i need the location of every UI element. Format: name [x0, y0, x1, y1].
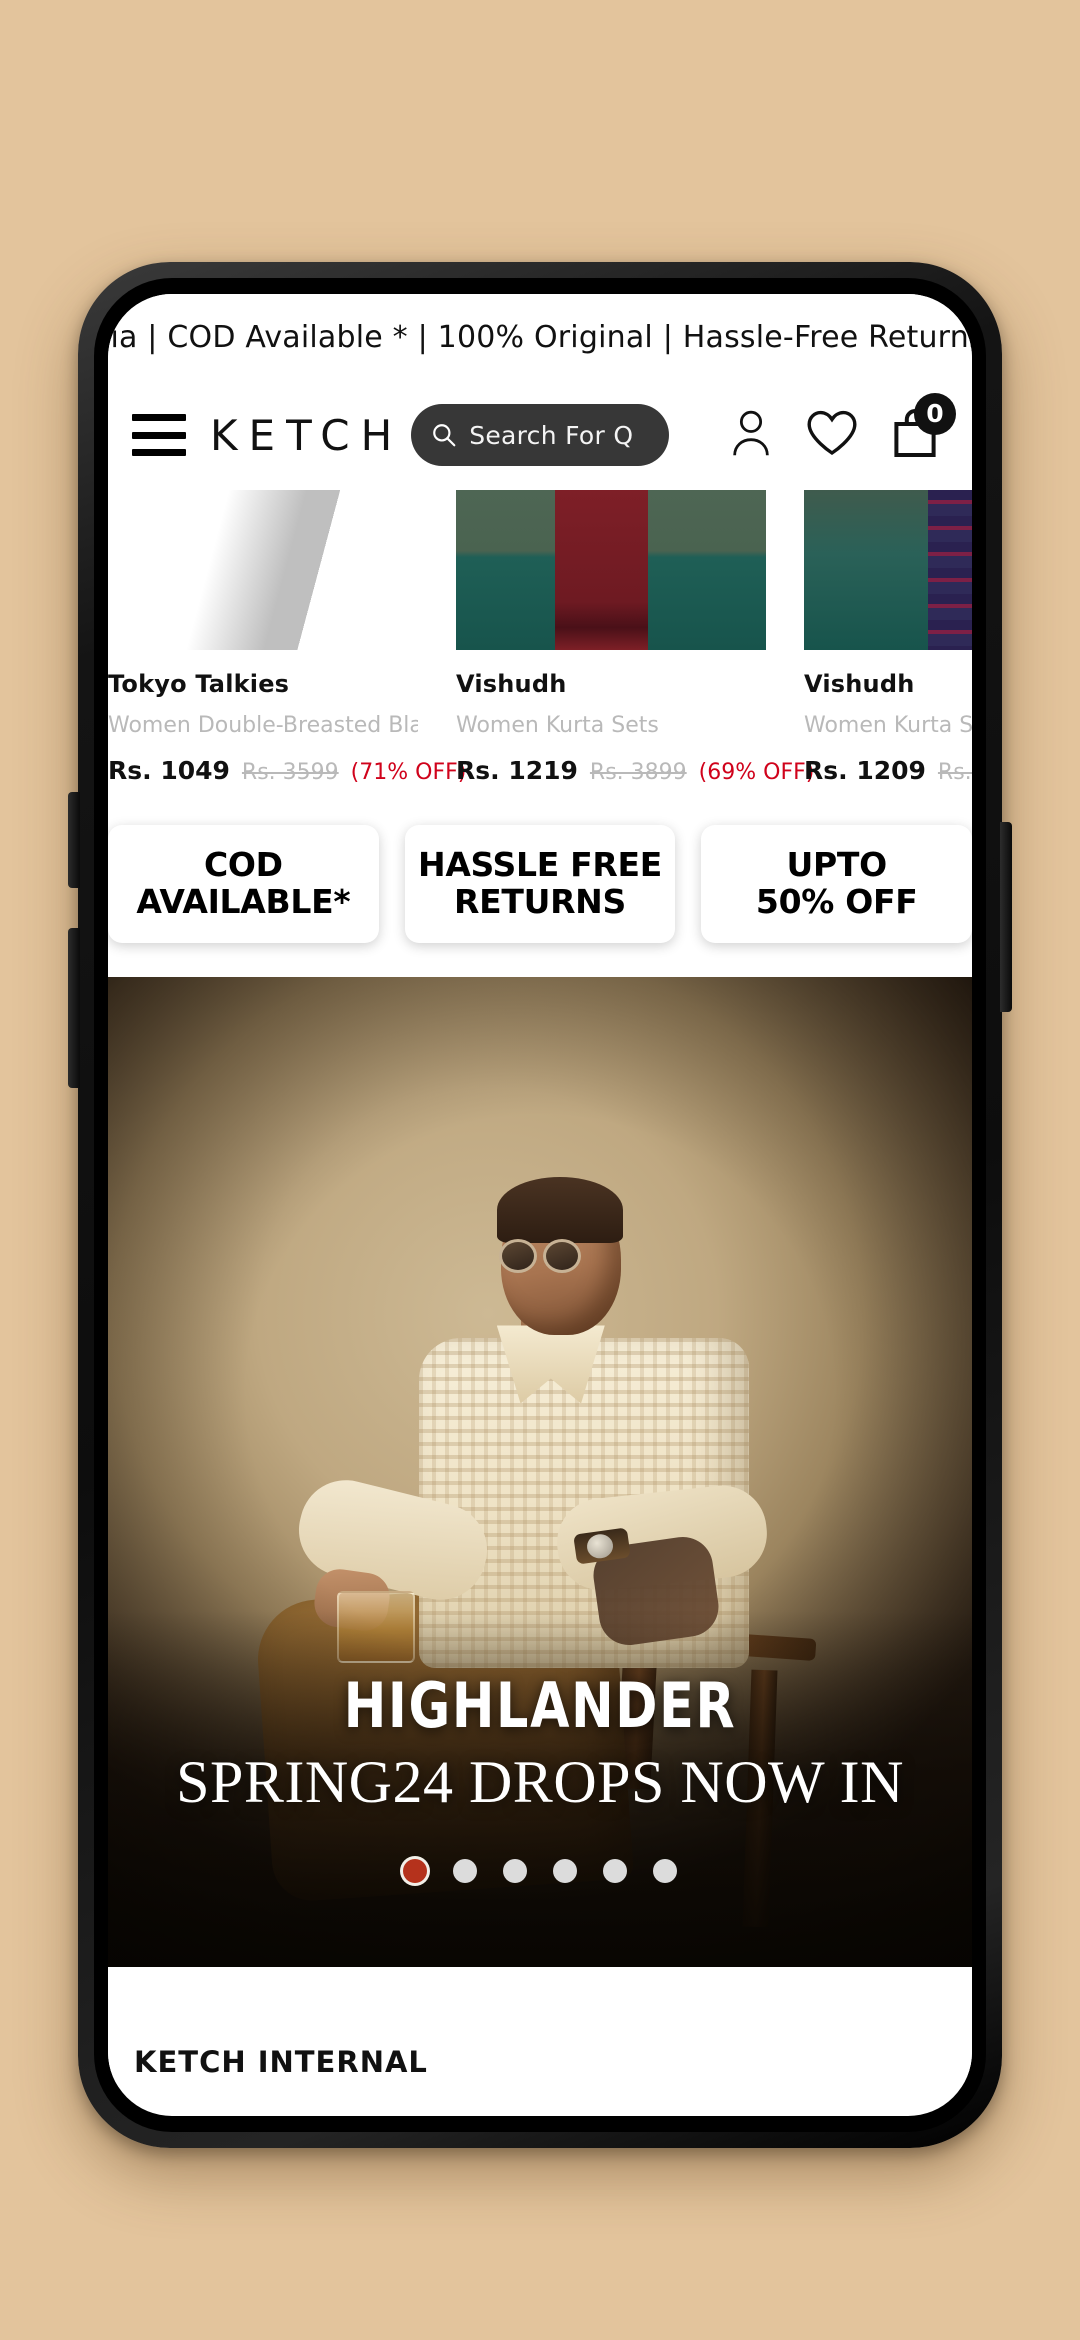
- announcement-bar: ndia | COD Available * | 100% Original |…: [108, 294, 972, 380]
- usp-badge-line1: COD: [203, 845, 283, 885]
- usp-badge-line2: AVAILABLE*: [136, 882, 351, 921]
- product-price-row: Rs. 1049 Rs. 3599 (71% OFF): [108, 756, 466, 785]
- hero-title: HIGHLANDER: [343, 1669, 737, 1742]
- phone-power-button[interactable]: [1000, 822, 1012, 1012]
- hamburger-bar-1: [132, 414, 186, 421]
- product-description: Women Kurta Sets: [456, 713, 659, 738]
- product-mrp: Rs. 3599: [241, 760, 339, 785]
- usp-badge-line2: 50% OFF: [755, 882, 918, 921]
- hero-banner[interactable]: HIGHLANDER SPRING24 DROPS NOW IN: [108, 977, 972, 1967]
- announcement-text: ndia | COD Available * | 100% Original |…: [108, 319, 972, 355]
- product-brand: Vishudh: [804, 670, 915, 698]
- usp-badge-line2: RETURNS: [454, 882, 626, 921]
- usp-badge-label: COD AVAILABLE*: [136, 845, 351, 921]
- usp-badge-discount[interactable]: UPTO 50% OFF: [701, 825, 972, 943]
- carousel-dot-3[interactable]: [503, 1859, 527, 1883]
- usp-badge-row: COD AVAILABLE* HASSLE FREE RETURNS UPTO …: [108, 785, 972, 977]
- product-image: [804, 490, 972, 650]
- phone-device-frame: ndia | COD Available * | 100% Original |…: [68, 262, 1012, 2148]
- usp-badge-label: UPTO 50% OFF: [755, 845, 918, 921]
- header-icon-group: 0: [728, 392, 956, 464]
- phone-volume-down-button[interactable]: [68, 928, 80, 1088]
- carousel-dot-6[interactable]: [653, 1859, 677, 1883]
- usp-badge-cod[interactable]: COD AVAILABLE*: [108, 825, 379, 943]
- product-card[interactable]: Vishudh Women Kurta Sets Rs. 1219 Rs. 38…: [456, 490, 814, 785]
- footer-partial-heading: KETCH INTERNAL: [134, 2045, 428, 2079]
- product-card[interactable]: Tokyo Talkies Women Double-Breasted Blaz…: [108, 490, 466, 785]
- carousel-dot-5[interactable]: [603, 1859, 627, 1883]
- product-brand: Tokyo Talkies: [108, 670, 290, 698]
- search-input[interactable]: Search For Q: [411, 404, 670, 466]
- phone-screen: ndia | COD Available * | 100% Original |…: [108, 294, 972, 2116]
- heart-icon[interactable]: [806, 409, 858, 462]
- user-account-icon[interactable]: [728, 407, 774, 464]
- carousel-dot-2[interactable]: [453, 1859, 477, 1883]
- usp-badge-label: HASSLE FREE RETURNS: [418, 845, 663, 921]
- product-price: Rs. 1219: [456, 756, 578, 785]
- product-card[interactable]: Vishudh Women Kurta Sets Rs. 1209 Rs. 37…: [804, 490, 972, 785]
- product-image: [108, 490, 418, 650]
- site-header: KETCH Search For Q 0: [108, 380, 972, 490]
- hamburger-bar-3: [132, 449, 186, 456]
- shopping-bag-icon[interactable]: 0: [890, 392, 956, 464]
- carousel-dot-indicators: [108, 1859, 972, 1883]
- product-discount: (69% OFF): [698, 760, 815, 785]
- product-brand: Vishudh: [456, 670, 567, 698]
- product-image: [456, 490, 766, 650]
- product-price-row: Rs. 1209 Rs. 379: [804, 756, 972, 785]
- carousel-dot-4[interactable]: [553, 1859, 577, 1883]
- hamburger-menu-icon[interactable]: [132, 414, 186, 456]
- usp-badge-line1: UPTO: [786, 845, 888, 885]
- hero-subtitle: SPRING24 DROPS NOW IN: [176, 1749, 904, 1815]
- brand-logo[interactable]: KETCH: [210, 411, 403, 460]
- carousel-dot-1[interactable]: [403, 1859, 427, 1883]
- product-description: Women Kurta Sets: [804, 713, 972, 738]
- product-price: Rs. 1209: [804, 756, 926, 785]
- hamburger-bar-2: [132, 431, 186, 439]
- search-placeholder-text: Search For Q: [469, 420, 634, 450]
- usp-badge-line1: HASSLE FREE: [418, 845, 663, 885]
- product-discount: (71% OFF): [350, 760, 467, 785]
- cart-count-badge: 0: [914, 392, 956, 435]
- product-mrp: Rs. 379: [937, 760, 972, 785]
- usp-badge-returns[interactable]: HASSLE FREE RETURNS: [404, 825, 676, 943]
- product-price: Rs. 1049: [108, 756, 230, 785]
- product-price-row: Rs. 1219 Rs. 3899 (69% OFF): [456, 756, 814, 785]
- product-description: Women Double-Breasted Blazer: [108, 713, 418, 738]
- footer-section-stub: KETCH INTERNAL: [108, 1967, 972, 2087]
- product-mrp: Rs. 3899: [589, 760, 687, 785]
- hero-text-block: HIGHLANDER SPRING24 DROPS NOW IN: [108, 1669, 972, 1817]
- phone-volume-up-button[interactable]: [68, 792, 80, 888]
- search-icon: [433, 424, 456, 447]
- product-carousel[interactable]: Tokyo Talkies Women Double-Breasted Blaz…: [108, 490, 972, 785]
